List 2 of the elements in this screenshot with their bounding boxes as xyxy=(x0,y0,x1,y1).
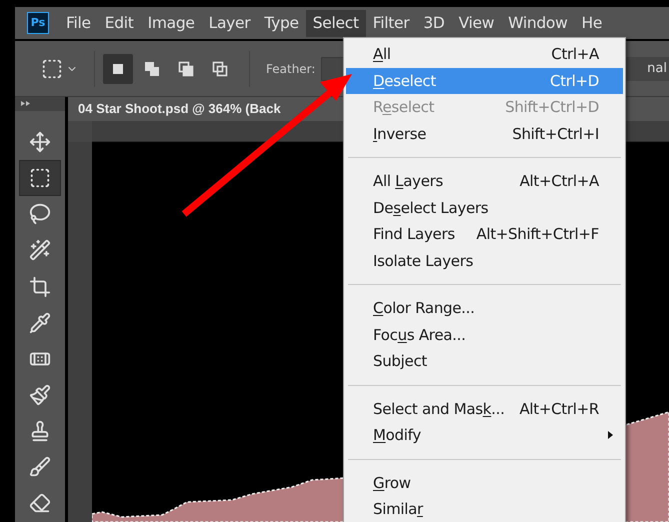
feather-label: Feather: xyxy=(266,60,316,78)
app-logo: Ps xyxy=(27,12,49,34)
